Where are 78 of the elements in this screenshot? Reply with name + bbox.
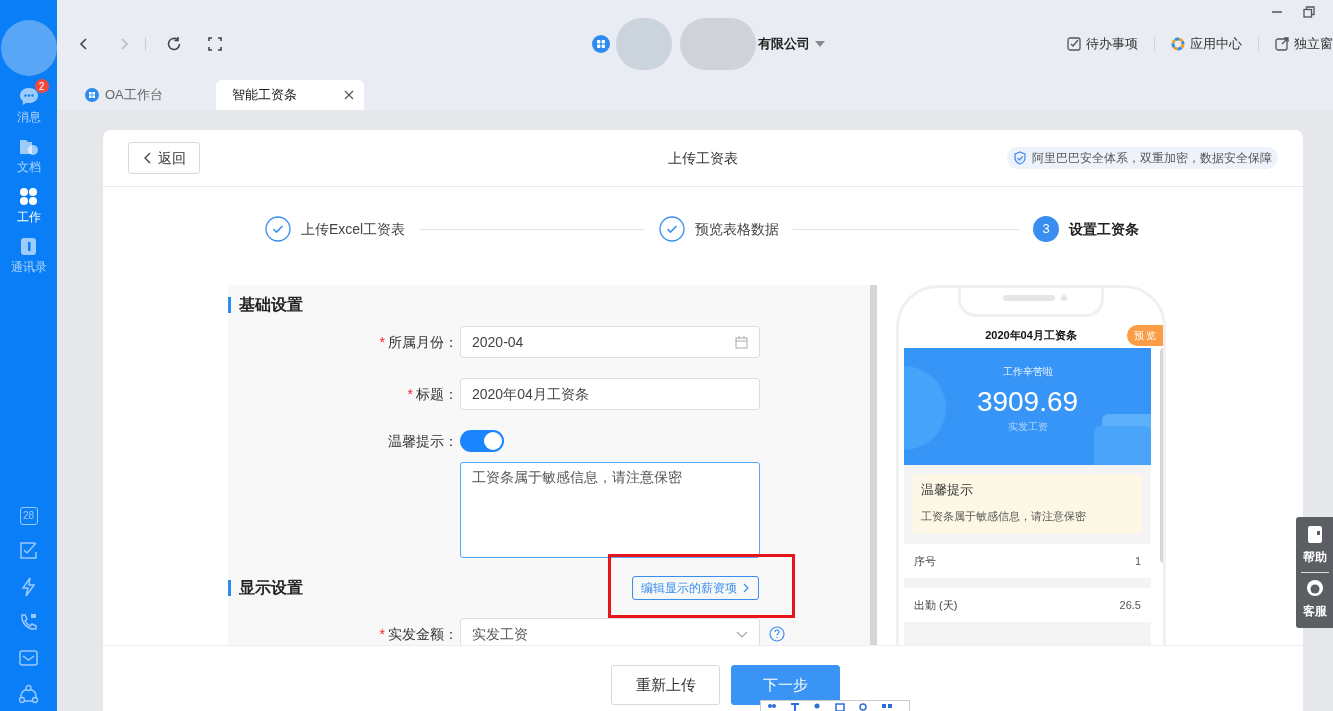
row-value: 1	[1134, 553, 1141, 569]
preview-badge: 预 览	[1127, 325, 1163, 346]
book-icon	[1305, 525, 1324, 544]
security-text: 阿里巴巴安全体系，双重加密，数据安全保障	[1032, 150, 1272, 167]
checkbox-icon[interactable]	[18, 540, 39, 561]
restore-icon[interactable]	[1303, 6, 1315, 18]
grid-icon[interactable]	[882, 703, 892, 711]
sidebar-label: 消息	[16, 109, 41, 125]
share-icon[interactable]	[18, 684, 39, 705]
chevron-down-icon	[736, 630, 748, 638]
tab[interactable]: OA工作台	[83, 80, 187, 110]
contacts-icon	[18, 236, 39, 257]
field-label: 标题：	[416, 384, 458, 404]
salary-amount: 3909.69	[976, 385, 1079, 419]
apps-icon	[592, 35, 610, 53]
section-title: 显示设置	[239, 578, 303, 598]
required-mark: *	[379, 332, 385, 352]
back-button[interactable]: 返回	[128, 142, 200, 174]
sidebar-item[interactable]: 2 消息	[7, 79, 50, 125]
top-action[interactable]: 应用中心	[1171, 34, 1242, 54]
step-label: 上传Excel工资表	[301, 219, 406, 239]
calendar-icon	[735, 335, 748, 349]
fullscreen-icon[interactable]	[208, 37, 222, 51]
step-number: 3	[1033, 216, 1059, 242]
help-item[interactable]: 客服	[1302, 577, 1327, 622]
caret-icon[interactable]	[815, 41, 825, 47]
reupload-button[interactable]: 重新上传	[611, 665, 720, 705]
company-name[interactable]: 有限公司	[758, 34, 810, 54]
sidebar-item[interactable]: 工作	[7, 179, 50, 225]
step-label: 预览表格数据	[695, 219, 780, 239]
tip-text-area[interactable]: 工资条属于敏感信息，请注意保密	[460, 462, 760, 558]
row-label: 序号	[914, 553, 936, 569]
blur-patch	[616, 18, 672, 70]
mail-icon[interactable]	[18, 648, 39, 669]
required-mark: *	[379, 624, 385, 644]
help-item[interactable]: 帮助	[1302, 523, 1327, 568]
top-action[interactable]: 独立窗	[1275, 34, 1333, 54]
chevron-left-icon	[142, 152, 152, 164]
greeting-text: 工作辛苦啦	[1002, 365, 1053, 379]
video-call-icon[interactable]	[18, 612, 39, 633]
screen-icon[interactable]	[835, 703, 845, 711]
external-window-icon	[1275, 37, 1289, 51]
sidebar-label: 通讯录	[10, 259, 47, 275]
help-icon[interactable]	[769, 626, 785, 642]
refresh-icon[interactable]	[166, 36, 182, 52]
field-label: 所属月份：	[388, 332, 458, 352]
toggle-switch[interactable]	[460, 430, 504, 452]
sidebar-label: 工作	[16, 209, 41, 225]
ring-icon	[1171, 37, 1185, 51]
row-label: 出勤 (天)	[914, 597, 958, 613]
amount-select[interactable]: 实发工资	[460, 618, 760, 645]
close-icon[interactable]	[344, 90, 354, 100]
sidebar-label: 文档	[16, 159, 41, 175]
apps-icon	[18, 186, 39, 207]
text-icon[interactable]	[791, 703, 799, 711]
scrollbar[interactable]	[870, 285, 877, 645]
tab[interactable]: 智能工资条	[216, 80, 364, 110]
preview-title: 2020年04月工资条	[985, 327, 1077, 343]
salary-label: 实发工资	[1007, 420, 1048, 434]
field-label: 实发金额：	[388, 624, 458, 644]
page-title: 上传工资表	[668, 148, 738, 168]
chevron-right-icon	[743, 583, 750, 593]
row-value: 26.5	[1119, 597, 1141, 613]
date-field[interactable]: 2020-04	[460, 326, 760, 358]
tip-title: 温馨提示	[921, 481, 974, 499]
tip-text: 工资条属于敏感信息，请注意保密	[921, 508, 1087, 524]
required-mark: *	[407, 384, 413, 404]
apps-icon	[85, 88, 99, 102]
field-label: 温馨提示：	[388, 431, 458, 451]
unread-badge: 2	[34, 79, 49, 93]
checkbox-icon	[1067, 37, 1081, 51]
top-action[interactable]: 待办事项	[1067, 34, 1138, 54]
shield-icon	[1013, 151, 1027, 165]
step-label: 设置工资条	[1069, 219, 1139, 239]
title-field[interactable]: 2020年04月工资条	[460, 378, 760, 410]
card-stack-drawing	[1094, 414, 1151, 465]
section-title: 基础设置	[239, 295, 303, 315]
chat-icon	[18, 86, 39, 107]
